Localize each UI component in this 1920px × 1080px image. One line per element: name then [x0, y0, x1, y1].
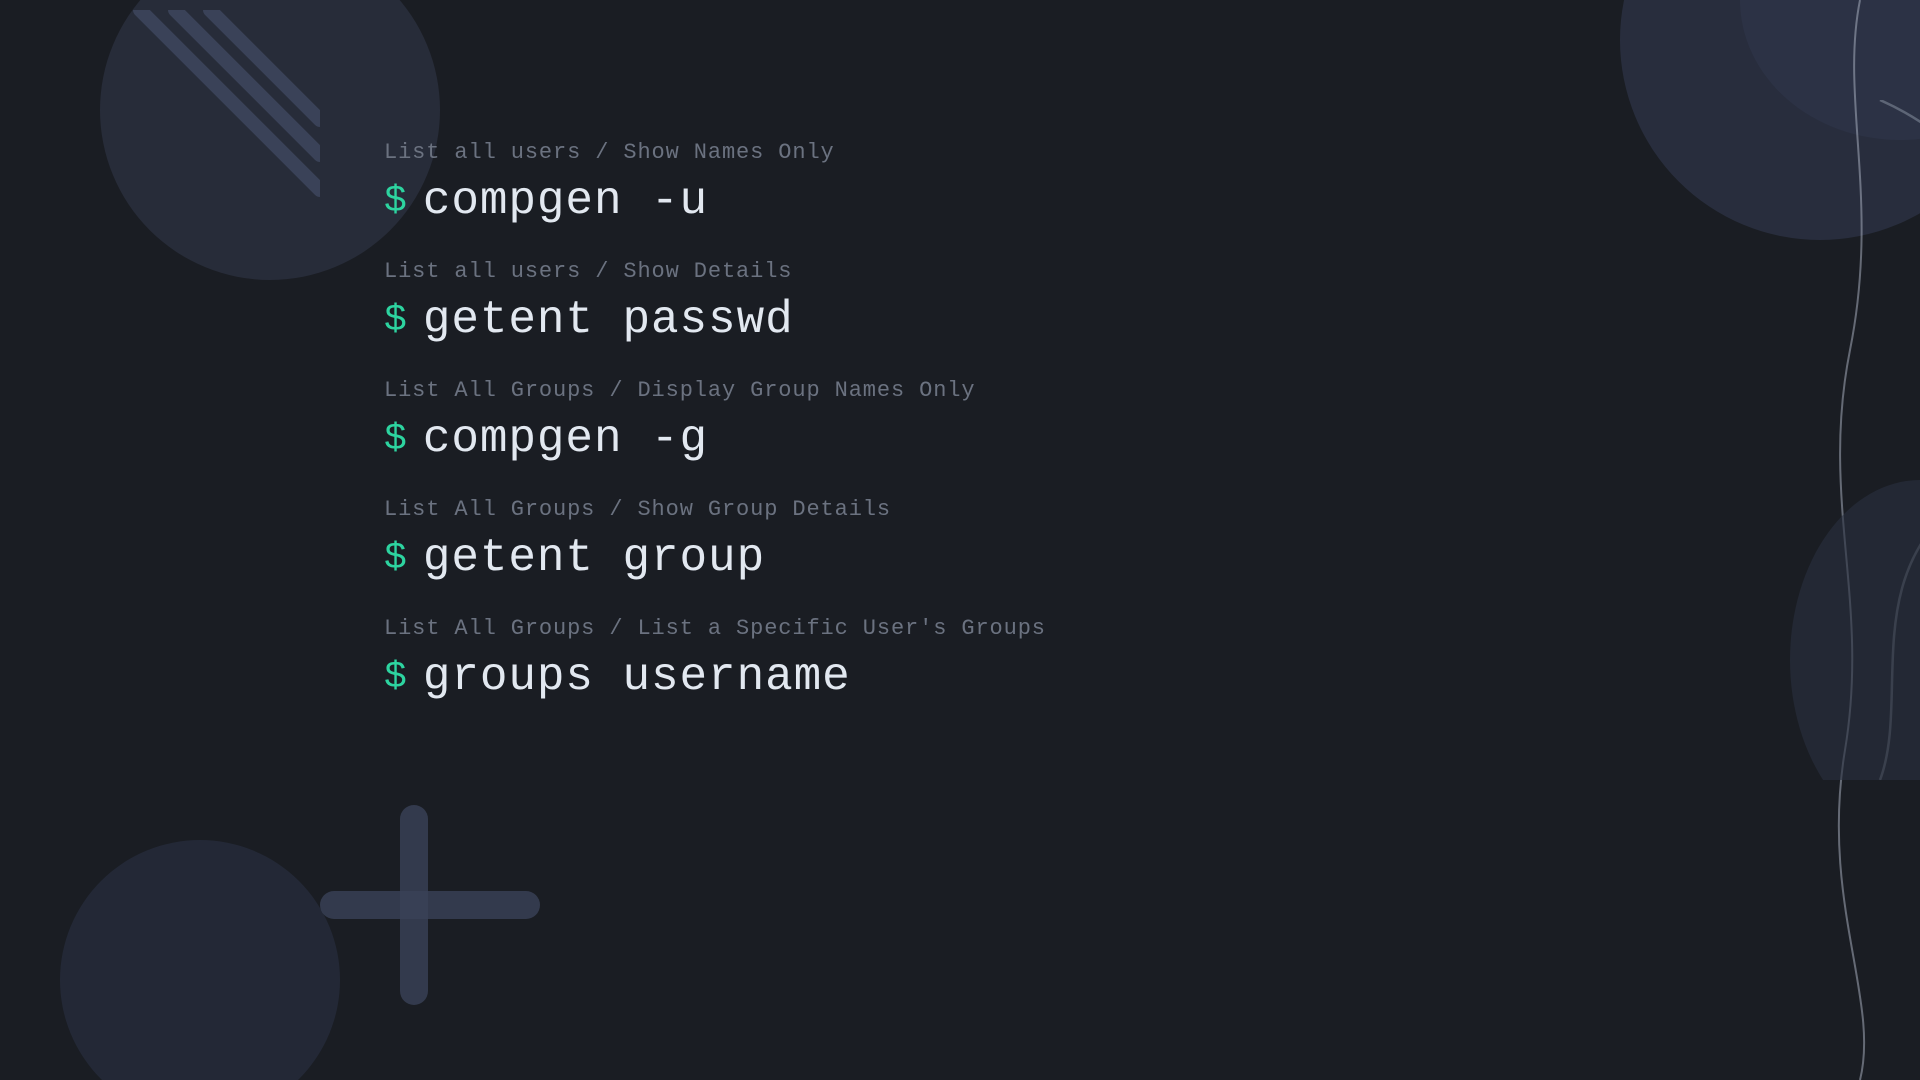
command-block-5: List All Groups / List a Specific User's…	[384, 616, 1046, 703]
command-text-3: compgen -g	[423, 413, 708, 465]
command-text-5: groups username	[423, 651, 851, 703]
prompt-1: $	[384, 180, 407, 223]
command-line-3: $ compgen -g	[384, 413, 1046, 465]
prompt-5: $	[384, 656, 407, 699]
main-content: List all users / Show Names Only $ compg…	[384, 140, 1046, 735]
prompt-4: $	[384, 537, 407, 580]
command-line-5: $ groups username	[384, 651, 1046, 703]
decorative-lines-top-left	[120, 10, 300, 230]
decorative-circle-bottom-left	[60, 840, 340, 1080]
command-block-2: List all users / Show Details $ getent p…	[384, 259, 1046, 346]
command-block-3: List All Groups / Display Group Names On…	[384, 378, 1046, 465]
command-text-1: compgen -u	[423, 175, 708, 227]
command-line-4: $ getent group	[384, 532, 1046, 584]
command-label-1: List all users / Show Names Only	[384, 140, 1046, 165]
prompt-3: $	[384, 418, 407, 461]
command-label-2: List all users / Show Details	[384, 259, 1046, 284]
command-label-4: List All Groups / Show Group Details	[384, 497, 1046, 522]
command-line-2: $ getent passwd	[384, 294, 1046, 346]
command-text-4: getent group	[423, 532, 765, 584]
command-line-1: $ compgen -u	[384, 175, 1046, 227]
prompt-2: $	[384, 299, 407, 342]
command-text-2: getent passwd	[423, 294, 794, 346]
command-block-4: List All Groups / Show Group Details $ g…	[384, 497, 1046, 584]
command-label-3: List All Groups / Display Group Names On…	[384, 378, 1046, 403]
command-label-5: List All Groups / List a Specific User's…	[384, 616, 1046, 641]
command-block-1: List all users / Show Names Only $ compg…	[384, 140, 1046, 227]
decorative-arc-right	[1560, 100, 1920, 780]
decorative-cross	[320, 805, 540, 1010]
